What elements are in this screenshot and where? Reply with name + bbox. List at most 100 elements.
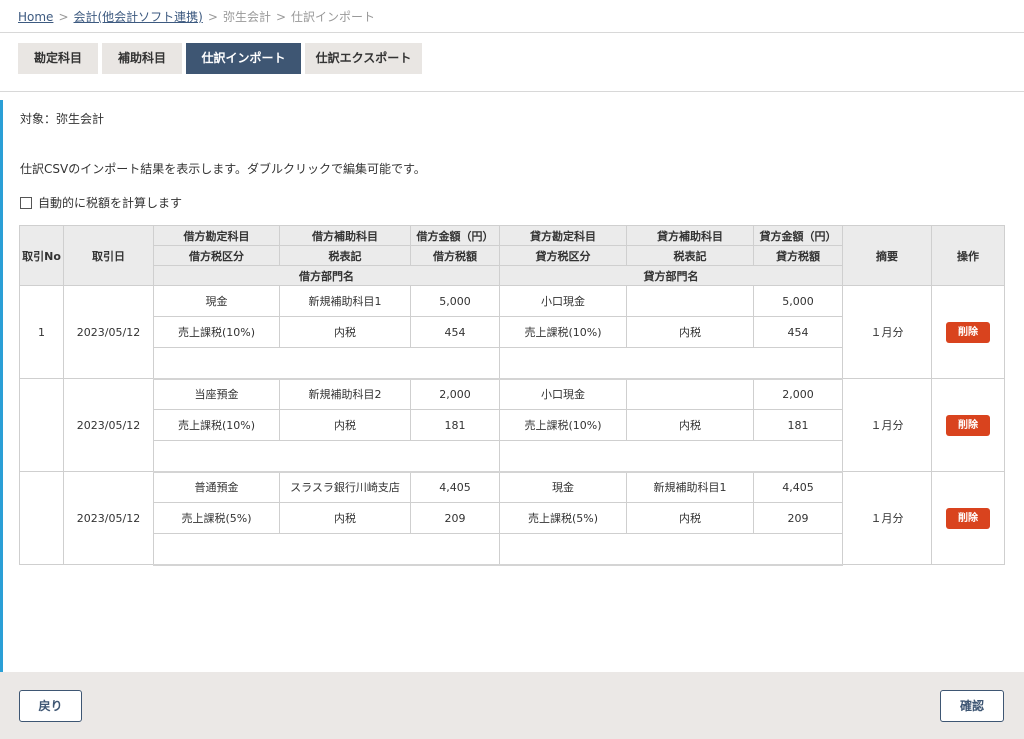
header-debit-tax-cat: 借方税区分 bbox=[153, 245, 280, 266]
cell-credit-tax[interactable]: 454 bbox=[753, 316, 843, 348]
table-row: 2023/05/12 普通預金 スラスラ銀行川崎支店 4,405 現金 新規補助… bbox=[19, 471, 1005, 565]
left-accent-bar bbox=[0, 100, 3, 739]
cell-debit-amount[interactable]: 2,000 bbox=[410, 378, 500, 410]
cell-debit-sub[interactable]: 新規補助科目2 bbox=[279, 378, 411, 410]
cell-txn-no[interactable] bbox=[19, 471, 64, 565]
cell-credit-tax-note[interactable]: 内税 bbox=[626, 409, 754, 441]
footer-bar bbox=[0, 672, 1024, 739]
header-debit-dept: 借方部門名 bbox=[153, 265, 500, 286]
cell-debit-dept[interactable] bbox=[153, 533, 500, 566]
cell-txn-date[interactable]: 2023/05/12 bbox=[63, 471, 154, 565]
table-row: 1 2023/05/12 現金 新規補助科目1 5,000 小口現金 5,000… bbox=[19, 285, 1005, 379]
breadcrumb-home[interactable]: Home bbox=[18, 10, 53, 24]
cell-credit-tax-cat[interactable]: 売上課税(5%) bbox=[499, 502, 627, 534]
cell-debit-tax-note[interactable]: 内税 bbox=[279, 409, 411, 441]
delete-button[interactable]: 削除 bbox=[946, 321, 990, 343]
cell-credit-amount[interactable]: 5,000 bbox=[753, 285, 843, 317]
header-txn-no: 取引No bbox=[19, 225, 64, 286]
header-credit-dept: 貸方部門名 bbox=[499, 265, 843, 286]
header-divider bbox=[0, 32, 1024, 33]
cell-debit-tax-cat[interactable]: 売上課税(5%) bbox=[153, 502, 280, 534]
tab-bar: 勘定科目 補助科目 仕訳インポート 仕訳エクスポート bbox=[18, 43, 422, 74]
header-debit-sub: 借方補助科目 bbox=[279, 225, 411, 246]
tabs-divider bbox=[0, 91, 1024, 92]
cell-credit-account[interactable]: 現金 bbox=[499, 471, 627, 503]
cell-debit-account[interactable]: 普通預金 bbox=[153, 471, 280, 503]
back-button[interactable]: 戻り bbox=[19, 690, 82, 722]
header-tax-note-2: 税表記 bbox=[626, 245, 754, 266]
cell-debit-tax[interactable]: 181 bbox=[410, 409, 500, 441]
cell-credit-tax[interactable]: 209 bbox=[753, 502, 843, 534]
cell-debit-tax-cat[interactable]: 売上課税(10%) bbox=[153, 409, 280, 441]
header-tax-note: 税表記 bbox=[279, 245, 411, 266]
breadcrumb-current: 仕訳インポート bbox=[291, 10, 376, 24]
cell-ops: 削除 bbox=[931, 378, 1005, 472]
cell-ops: 削除 bbox=[931, 471, 1005, 565]
cell-debit-tax[interactable]: 209 bbox=[410, 502, 500, 534]
target-label: 対象：弥生会計 bbox=[20, 112, 105, 126]
cell-debit-account[interactable]: 現金 bbox=[153, 285, 280, 317]
cell-txn-date[interactable]: 2023/05/12 bbox=[63, 285, 154, 379]
cell-credit-tax[interactable]: 181 bbox=[753, 409, 843, 441]
header-debit-account: 借方勘定科目 bbox=[153, 225, 280, 246]
cell-memo[interactable]: １月分 bbox=[842, 378, 932, 472]
cell-credit-account[interactable]: 小口現金 bbox=[499, 378, 627, 410]
breadcrumb-separator: > bbox=[207, 10, 218, 24]
cell-debit-tax-note[interactable]: 内税 bbox=[279, 502, 411, 534]
cell-memo[interactable]: １月分 bbox=[842, 285, 932, 379]
cell-debit-tax[interactable]: 454 bbox=[410, 316, 500, 348]
header-debit-tax: 借方税額 bbox=[410, 245, 500, 266]
cell-credit-tax-cat[interactable]: 売上課税(10%) bbox=[499, 316, 627, 348]
tab-journal-import[interactable]: 仕訳インポート bbox=[186, 43, 301, 74]
cell-credit-account[interactable]: 小口現金 bbox=[499, 285, 627, 317]
cell-memo[interactable]: １月分 bbox=[842, 471, 932, 565]
header-memo: 摘要 bbox=[842, 225, 932, 286]
header-txn-date: 取引日 bbox=[63, 225, 154, 286]
cell-debit-sub[interactable]: スラスラ銀行川崎支店 bbox=[279, 471, 411, 503]
table-row: 2023/05/12 当座預金 新規補助科目2 2,000 小口現金 2,000… bbox=[19, 378, 1005, 472]
cell-credit-sub[interactable] bbox=[626, 285, 754, 317]
cell-debit-amount[interactable]: 5,000 bbox=[410, 285, 500, 317]
cell-debit-tax-note[interactable]: 内税 bbox=[279, 316, 411, 348]
header-credit-sub: 貸方補助科目 bbox=[626, 225, 754, 246]
cell-credit-tax-cat[interactable]: 売上課税(10%) bbox=[499, 409, 627, 441]
cell-credit-amount[interactable]: 2,000 bbox=[753, 378, 843, 410]
journal-table: 取引No 取引日 借方勘定科目 借方補助科目 借方金額（円） 貸方勘定科目 貸方… bbox=[19, 225, 1005, 566]
delete-button[interactable]: 削除 bbox=[946, 507, 990, 529]
checkbox-icon[interactable] bbox=[20, 196, 32, 209]
breadcrumb-accounting[interactable]: 会計(他会計ソフト連携) bbox=[74, 10, 203, 24]
header-credit-account: 貸方勘定科目 bbox=[499, 225, 627, 246]
cell-credit-dept[interactable] bbox=[499, 347, 843, 380]
cell-txn-no[interactable] bbox=[19, 378, 64, 472]
tab-sub-account[interactable]: 補助科目 bbox=[102, 43, 182, 74]
header-debit-amount: 借方金額（円） bbox=[410, 225, 500, 246]
confirm-button[interactable]: 確認 bbox=[940, 690, 1004, 722]
cell-credit-sub[interactable]: 新規補助科目1 bbox=[626, 471, 754, 503]
cell-credit-tax-note[interactable]: 内税 bbox=[626, 502, 754, 534]
cell-credit-amount[interactable]: 4,405 bbox=[753, 471, 843, 503]
tab-journal-export[interactable]: 仕訳エクスポート bbox=[305, 43, 422, 74]
header-credit-tax: 貸方税額 bbox=[753, 245, 843, 266]
cell-credit-dept[interactable] bbox=[499, 533, 843, 566]
header-credit-tax-cat: 貸方税区分 bbox=[499, 245, 627, 266]
breadcrumb-separator: > bbox=[275, 10, 287, 24]
cell-debit-tax-cat[interactable]: 売上課税(10%) bbox=[153, 316, 280, 348]
cell-debit-amount[interactable]: 4,405 bbox=[410, 471, 500, 503]
cell-credit-sub[interactable] bbox=[626, 378, 754, 410]
cell-ops: 削除 bbox=[931, 285, 1005, 379]
cell-credit-dept[interactable] bbox=[499, 440, 843, 473]
cell-debit-sub[interactable]: 新規補助科目1 bbox=[279, 285, 411, 317]
cell-credit-tax-note[interactable]: 内税 bbox=[626, 316, 754, 348]
cell-debit-dept[interactable] bbox=[153, 347, 500, 380]
breadcrumb-yayoi: 弥生会計 bbox=[222, 10, 271, 24]
cell-txn-date[interactable]: 2023/05/12 bbox=[63, 378, 154, 472]
auto-calc-tax-checkbox[interactable]: 自動的に税額を計算します bbox=[20, 194, 182, 211]
cell-txn-no[interactable]: 1 bbox=[19, 285, 64, 379]
cell-debit-dept[interactable] bbox=[153, 440, 500, 473]
description-text: 仕訳CSVのインポート結果を表示します。ダブルクリックで編集可能です。 bbox=[20, 162, 426, 176]
delete-button[interactable]: 削除 bbox=[946, 414, 990, 436]
header-ops: 操作 bbox=[931, 225, 1005, 286]
cell-debit-account[interactable]: 当座預金 bbox=[153, 378, 280, 410]
tab-account[interactable]: 勘定科目 bbox=[18, 43, 98, 74]
header-credit-amount: 貸方金額（円） bbox=[753, 225, 843, 246]
